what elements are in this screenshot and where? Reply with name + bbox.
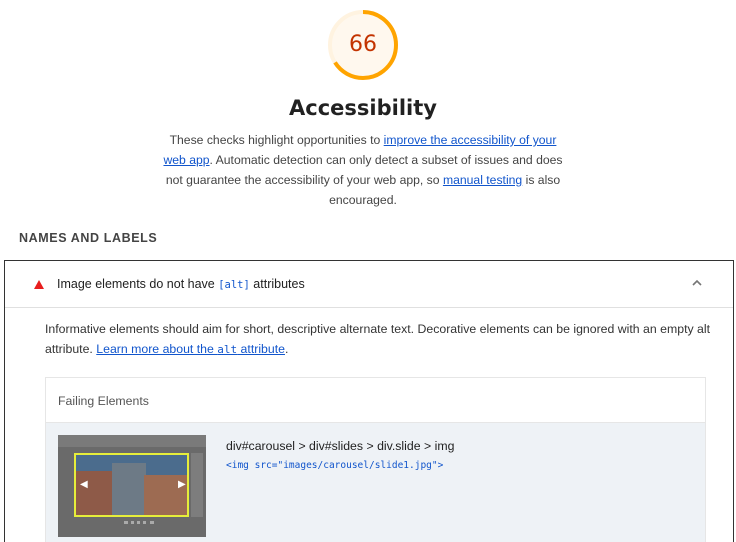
learn-more-alt-link[interactable]: Learn more about the alt attribute <box>96 342 285 356</box>
category-title: Accessibility <box>289 96 437 120</box>
audit-header[interactable]: Image elements do not have [alt] attribu… <box>5 261 733 308</box>
screenshot-building <box>112 463 146 515</box>
failing-elements-label: Failing Elements <box>58 394 149 408</box>
carousel-dots <box>124 521 154 524</box>
element-highlight: ◀ ▶ <box>74 453 189 517</box>
category-description: These checks highlight opportunities to … <box>160 130 566 210</box>
audit-title-code: [alt] <box>218 279 250 291</box>
section-heading: Names and Labels <box>19 231 158 245</box>
screenshot-building <box>76 471 116 515</box>
description-text-1: These checks highlight opportunities to <box>169 133 384 147</box>
manual-testing-link[interactable]: manual testing <box>443 173 522 187</box>
element-snippet: <img src="images/carousel/slide1.jpg"> <box>226 460 444 471</box>
failing-elements-table: Failing Elements ◀ ▶ div#carousel > div#… <box>45 377 706 542</box>
element-selector: div#carousel > div#slides > div.slide > … <box>226 439 455 453</box>
audit-description-end: . <box>285 342 289 356</box>
failing-elements-header: Failing Elements <box>46 378 705 423</box>
carousel-next-icon: ▶ <box>178 479 186 490</box>
score-gauge: 66 <box>326 8 400 82</box>
carousel-prev-icon: ◀ <box>80 479 88 490</box>
fail-triangle-icon <box>34 280 44 289</box>
learn-more-text-after: attribute <box>237 342 285 356</box>
learn-more-text: Learn more about the <box>96 342 218 356</box>
score-value: 66 <box>349 32 377 57</box>
audit-image-alt: Image elements do not have [alt] attribu… <box>4 260 734 542</box>
element-screenshot[interactable]: ◀ ▶ <box>58 435 206 537</box>
screenshot-topbar <box>58 435 206 447</box>
audit-title-before: Image elements do not have <box>57 277 219 291</box>
audit-title-after: attributes <box>249 277 305 291</box>
audit-title: Image elements do not have [alt] attribu… <box>57 277 305 291</box>
audit-description: Informative elements should aim for shor… <box>45 319 715 360</box>
learn-more-code: alt <box>217 343 238 356</box>
table-row[interactable]: ◀ ▶ div#carousel > div#slides > div.slid… <box>46 423 705 542</box>
chevron-up-icon[interactable] <box>691 277 703 289</box>
screenshot-sidebar <box>191 453 203 517</box>
